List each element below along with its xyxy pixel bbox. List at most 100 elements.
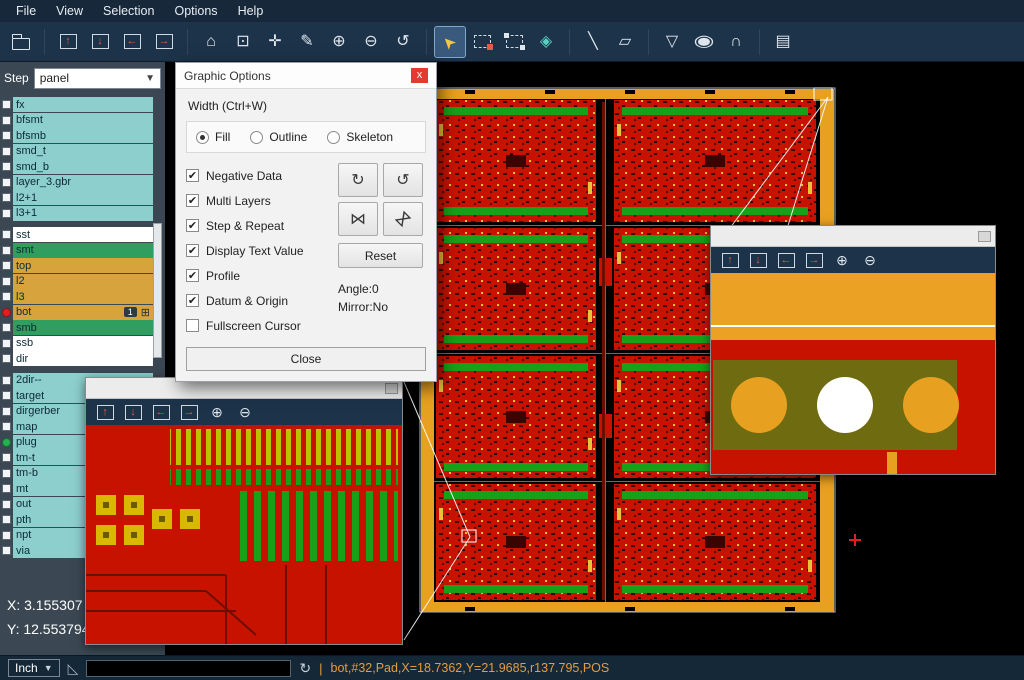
layer-name-cell[interactable]: dir xyxy=(13,351,153,366)
layer-visibility-checkbox[interactable] xyxy=(2,178,11,187)
layer-visibility-checkbox[interactable] xyxy=(2,339,11,348)
radio-icon[interactable] xyxy=(250,131,263,144)
layer-visibility-checkbox[interactable] xyxy=(2,376,11,385)
checkbox-fullscreen-cursor[interactable]: Fullscreen Cursor xyxy=(186,313,338,338)
layer-row-top[interactable]: top xyxy=(0,258,165,273)
layer-row-l2+1[interactable]: l2+1 xyxy=(0,190,165,205)
layer-name-cell[interactable]: fx xyxy=(13,97,153,112)
rotate-cw-button[interactable]: ↻ xyxy=(338,163,378,197)
layer-active-marker[interactable] xyxy=(0,308,13,317)
menu-item-view[interactable]: View xyxy=(46,2,93,20)
layer-visibility-cell[interactable] xyxy=(0,391,13,400)
checkbox-profile[interactable]: ✔Profile xyxy=(186,263,338,288)
checkbox-icon[interactable]: ✔ xyxy=(186,219,199,232)
layer-visibility-cell[interactable] xyxy=(0,209,13,218)
unit-select[interactable]: Inch ▼ xyxy=(8,659,60,677)
layer-visibility-cell[interactable] xyxy=(0,116,13,125)
menu-item-options[interactable]: Options xyxy=(164,2,227,20)
layer-name-cell[interactable]: l2 xyxy=(13,274,153,289)
layer-visibility-cell[interactable] xyxy=(0,453,13,462)
layer-visibility-cell[interactable] xyxy=(0,261,13,270)
layer-name-cell[interactable]: l3+1 xyxy=(13,206,153,221)
command-input[interactable] xyxy=(86,660,291,677)
layer-visibility-checkbox[interactable] xyxy=(2,147,11,156)
layer-row-l2[interactable]: l2 xyxy=(0,274,165,289)
ruler-button[interactable]: ▱ xyxy=(610,27,640,57)
layer-row-smb[interactable]: smb xyxy=(0,320,165,335)
zoom-in-button[interactable]: ⊕ xyxy=(324,27,354,57)
red-dot-icon[interactable] xyxy=(2,308,11,317)
layer-row-bot[interactable]: bot1⊞ xyxy=(0,305,165,320)
send-right-button[interactable]: → xyxy=(803,249,825,271)
magnet-button[interactable]: ∩ xyxy=(721,27,751,57)
layers-stack-button[interactable]: ◈ xyxy=(531,27,561,57)
checkbox-icon[interactable]: ✔ xyxy=(186,194,199,207)
checkbox-icon[interactable]: ✔ xyxy=(186,169,199,182)
layer-visibility-cell[interactable] xyxy=(0,193,13,202)
layer-name-cell[interactable]: l3 xyxy=(13,289,153,304)
layer-visibility-checkbox[interactable] xyxy=(2,292,11,301)
magnifier-window-left[interactable]: ↑↓←→⊕⊖ xyxy=(85,377,403,645)
layer-visibility-cell[interactable] xyxy=(0,515,13,524)
rect-select-button[interactable] xyxy=(467,27,497,57)
layer-visibility-checkbox[interactable] xyxy=(2,131,11,140)
layer-name-cell[interactable]: smd_b xyxy=(13,159,153,174)
zoom-in-button[interactable]: ⊕ xyxy=(831,249,853,271)
magnifier-right-title-bar[interactable] xyxy=(711,226,995,247)
layer-visibility-checkbox[interactable] xyxy=(2,391,11,400)
layer-visibility-checkbox[interactable] xyxy=(2,162,11,171)
layer-row-sst[interactable]: sst xyxy=(0,227,165,242)
checkbox-icon[interactable]: ✔ xyxy=(186,244,199,257)
radio-fill[interactable]: Fill xyxy=(196,130,230,144)
layer-visibility-cell[interactable] xyxy=(0,500,13,509)
measure-line-button[interactable]: ╲ xyxy=(578,27,608,57)
layer-visibility-cell[interactable] xyxy=(0,484,13,493)
layer-visibility-cell[interactable] xyxy=(0,422,13,431)
layer-visibility-cell[interactable] xyxy=(0,546,13,555)
menu-item-help[interactable]: Help xyxy=(228,2,274,20)
layer-visibility-cell[interactable] xyxy=(0,407,13,416)
layer-name-cell[interactable]: bot1⊞ xyxy=(13,305,153,320)
rotate-ccw-button[interactable]: ↺ xyxy=(383,163,423,197)
send-left-button[interactable]: ← xyxy=(150,401,172,423)
layer-visibility-cell[interactable] xyxy=(0,131,13,140)
radio-skeleton[interactable]: Skeleton xyxy=(327,130,393,144)
import-up-button[interactable]: ↑ xyxy=(53,27,83,57)
refresh-icon[interactable]: ↻ xyxy=(299,660,311,677)
load-left-button[interactable]: ← xyxy=(117,27,147,57)
layer-visibility-cell[interactable] xyxy=(0,292,13,301)
layer-visibility-checkbox[interactable] xyxy=(2,422,11,431)
layer-visibility-cell[interactable] xyxy=(0,531,13,540)
layer-visibility-cell[interactable] xyxy=(0,339,13,348)
layer-name-cell[interactable]: top xyxy=(13,258,153,273)
checkbox-multi-layers[interactable]: ✔Multi Layers xyxy=(186,188,338,213)
magnifier-window-right[interactable]: ↑↓←→⊕⊖ xyxy=(710,225,996,475)
send-left-button[interactable]: ← xyxy=(775,249,797,271)
layer-visibility-checkbox[interactable] xyxy=(2,484,11,493)
zoom-out-button[interactable]: ⊖ xyxy=(234,401,256,423)
checkbox-icon[interactable] xyxy=(186,319,199,332)
layer-visibility-cell[interactable] xyxy=(0,162,13,171)
mirror-horizontal-button[interactable]: ⋈ xyxy=(338,202,378,236)
layer-row-bfsmt[interactable]: bfsmt xyxy=(0,113,165,128)
report-button[interactable]: ▤ xyxy=(768,27,798,57)
layer-row-dir[interactable]: dir xyxy=(0,351,165,366)
checkbox-negative-data[interactable]: ✔Negative Data xyxy=(186,163,338,188)
layer-visibility-checkbox[interactable] xyxy=(2,116,11,125)
layer-visibility-checkbox[interactable] xyxy=(2,531,11,540)
send-down-button[interactable]: ↓ xyxy=(747,249,769,271)
layer-visibility-checkbox[interactable] xyxy=(2,407,11,416)
transform-select-button[interactable] xyxy=(499,27,529,57)
zoom-previous-button[interactable]: ↺ xyxy=(388,27,418,57)
filter-button[interactable]: ▽ xyxy=(657,27,687,57)
checkbox-datum-origin[interactable]: ✔Datum & Origin xyxy=(186,288,338,313)
layer-row-bfsmb[interactable]: bfsmb xyxy=(0,128,165,143)
send-down-button[interactable]: ↓ xyxy=(122,401,144,423)
layer-visibility-cell[interactable] xyxy=(0,230,13,239)
layer-name-cell[interactable]: l2+1 xyxy=(13,190,153,205)
layer-name-cell[interactable]: smt xyxy=(13,243,153,258)
zoom-region-button[interactable]: ⊡ xyxy=(228,27,258,57)
green-dot-icon[interactable] xyxy=(2,438,11,447)
layer-visibility-checkbox[interactable] xyxy=(2,230,11,239)
layer-visibility-cell[interactable] xyxy=(0,469,13,478)
